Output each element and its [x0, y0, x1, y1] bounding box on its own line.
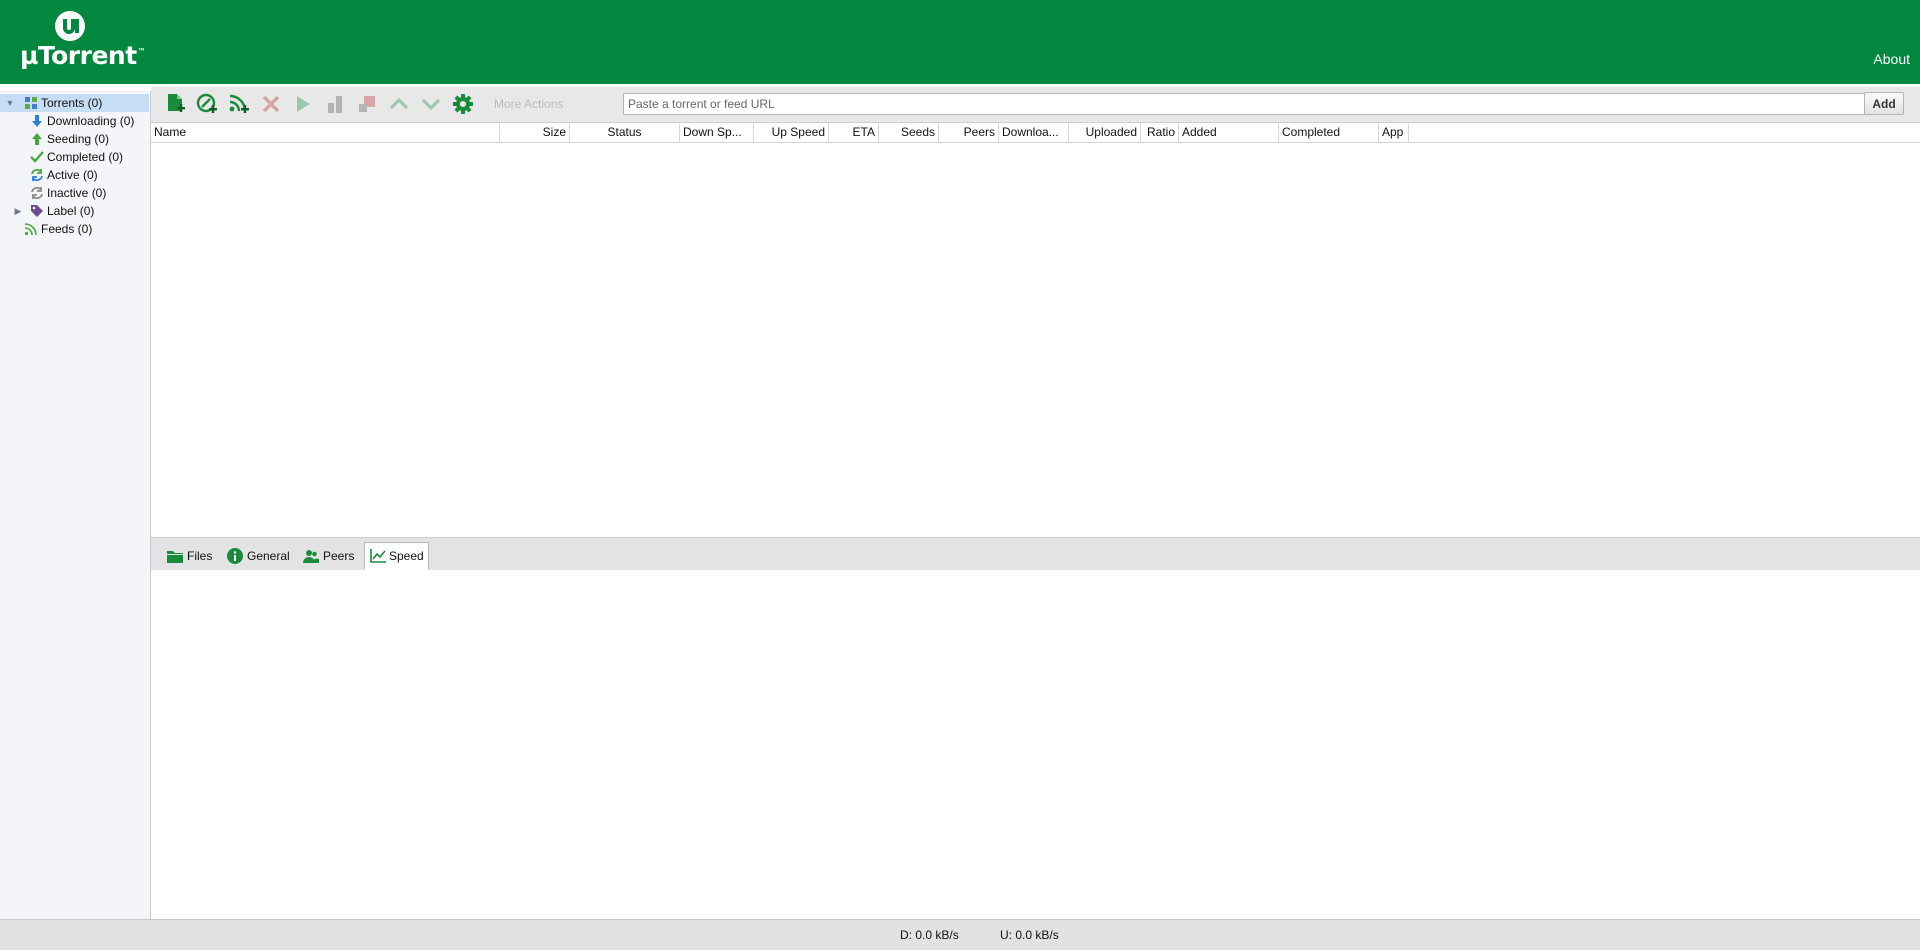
add-url-button[interactable]: Add — [1864, 92, 1904, 115]
sidebar-item-label: Completed (0) — [47, 150, 124, 164]
torrent-list-header: Name Size Status Down Sp... Up Speed ETA… — [151, 123, 1920, 143]
sidebar-item-label: Downloading (0) — [47, 114, 135, 128]
expand-arrow-icon[interactable]: ▶ — [12, 202, 24, 220]
add-rss-icon — [229, 94, 249, 113]
checkmark-icon — [30, 151, 44, 163]
add-torrent-url-button[interactable] — [195, 93, 219, 115]
tab-files[interactable]: Files — [167, 543, 217, 569]
add-torrent-file-icon — [168, 94, 185, 112]
column-header-completed[interactable]: Completed — [1279, 123, 1379, 142]
stop-button[interactable] — [355, 93, 379, 115]
download-arrow-icon — [32, 115, 42, 127]
torrent-url-input[interactable] — [623, 93, 1865, 115]
sidebar-item-label: Seeding (0) — [47, 132, 110, 146]
pause-button[interactable] — [323, 93, 347, 115]
chevron-down-icon — [421, 98, 441, 111]
remove-x-icon — [262, 95, 280, 113]
sidebar-item-label: Torrents (0) — [41, 96, 103, 110]
tag-icon — [31, 205, 43, 217]
tab-peers[interactable]: Peers — [303, 543, 358, 569]
upload-arrow-icon — [32, 133, 42, 145]
refresh-arrows-gray-icon — [31, 187, 43, 199]
torrents-icon — [25, 97, 37, 109]
column-header-size[interactable]: Size — [500, 123, 570, 142]
category-sidebar: ▼ Torrents (0) Downloading (0) Seeding (… — [0, 91, 151, 919]
peers-icon — [303, 550, 319, 563]
rss-icon — [24, 223, 37, 236]
pause-icon — [328, 96, 342, 113]
column-header-ratio[interactable]: Ratio — [1141, 123, 1179, 142]
sidebar-item-label: Active (0) — [47, 168, 98, 182]
utorrent-logo-mark-icon — [55, 11, 85, 41]
column-header-status[interactable]: Status — [570, 123, 680, 142]
chevron-up-icon — [389, 97, 409, 110]
column-header-app[interactable]: App — [1379, 123, 1409, 142]
detail-tab-bar: Files General Peers Speed — [151, 537, 1920, 571]
stop-icon — [359, 96, 375, 112]
upload-speed-status[interactable]: U: 0.0 kB/s — [1000, 928, 1059, 942]
download-speed-status[interactable]: D: 0.0 kB/s — [900, 928, 959, 942]
tab-general[interactable]: General — [227, 543, 293, 569]
speed-chart-icon — [370, 549, 386, 563]
logo-wordmark: µTorrent™ — [20, 41, 146, 70]
play-icon — [297, 96, 310, 112]
column-header-downloaded[interactable]: Downloa... — [999, 123, 1069, 142]
start-button[interactable] — [291, 93, 315, 115]
collapse-arrow-icon[interactable]: ▼ — [4, 94, 16, 112]
move-up-button[interactable] — [387, 93, 411, 115]
tab-speed[interactable]: Speed — [364, 542, 429, 570]
tab-label: Peers — [323, 549, 355, 563]
tab-label: Speed — [389, 549, 424, 563]
sidebar-item-label: Label (0) — [47, 204, 95, 218]
status-bar: D: 0.0 kB/s U: 0.0 kB/s — [0, 919, 1920, 950]
speed-detail-pane — [151, 570, 1920, 919]
tab-label: Files — [187, 549, 213, 563]
column-header-up-speed[interactable]: Up Speed — [754, 123, 829, 142]
column-header-uploaded[interactable]: Uploaded — [1069, 123, 1141, 142]
settings-button[interactable] — [451, 93, 475, 115]
column-header-peers[interactable]: Peers — [939, 123, 999, 142]
info-icon — [227, 548, 243, 564]
sidebar-item-torrents[interactable]: ▼ Torrents (0) — [0, 94, 149, 112]
sidebar-item-label: Feeds (0) — [41, 222, 93, 236]
add-torrent-button[interactable] — [163, 93, 187, 115]
folder-icon — [167, 551, 183, 563]
refresh-arrows-icon — [31, 169, 43, 181]
column-header-added[interactable]: Added — [1179, 123, 1279, 142]
tab-label: General — [247, 549, 290, 563]
gear-icon — [453, 94, 473, 114]
add-rss-feed-button[interactable] — [227, 93, 251, 115]
move-down-button[interactable] — [419, 93, 443, 115]
utorrent-logo: µTorrent™ — [20, 10, 146, 72]
remove-torrent-button[interactable] — [259, 93, 283, 115]
torrent-list-body[interactable] — [151, 143, 1920, 537]
more-actions-menu[interactable]: More Actions — [494, 97, 563, 111]
column-header-seeds[interactable]: Seeds — [879, 123, 939, 142]
about-link[interactable]: About — [1873, 51, 1910, 67]
add-torrent-link-icon — [196, 93, 217, 113]
app-header: µTorrent™ About — [0, 0, 1920, 84]
sidebar-item-label: Inactive (0) — [47, 186, 107, 200]
column-header-down-speed[interactable]: Down Sp... — [680, 123, 754, 142]
column-header-name[interactable]: Name — [151, 123, 500, 142]
column-header-eta[interactable]: ETA — [829, 123, 879, 142]
toolbar: More Actions Add — [151, 87, 1920, 123]
